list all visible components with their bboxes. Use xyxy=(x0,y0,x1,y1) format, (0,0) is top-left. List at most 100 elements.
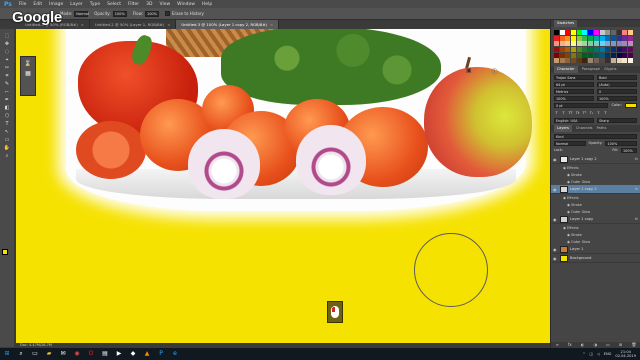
close-icon[interactable]: × xyxy=(81,20,84,29)
effects-group[interactable]: ◉ Effects xyxy=(551,194,640,201)
ie-icon[interactable]: e xyxy=(171,350,179,358)
color-swatch[interactable] xyxy=(599,52,605,58)
brush-tool-icon[interactable]: ⌐ xyxy=(3,89,11,95)
quick-select-tool-icon[interactable]: ⌖ xyxy=(3,57,11,63)
menu-layer[interactable]: Layer xyxy=(70,2,83,7)
language-select[interactable]: English: USA xyxy=(554,118,594,124)
horizontal-scale-input[interactable]: 100% xyxy=(597,96,637,102)
path-select-tool-icon[interactable]: ↖ xyxy=(3,129,11,135)
rectangle-tool-icon[interactable]: ▭ xyxy=(3,137,11,143)
color-swatch[interactable] xyxy=(565,35,571,41)
layer-opacity-input[interactable]: 100% xyxy=(605,141,637,147)
color-swatch[interactable] xyxy=(622,30,628,35)
color-swatch[interactable] xyxy=(582,41,588,47)
menu-window[interactable]: Window xyxy=(177,2,195,7)
mode-select[interactable]: Normal xyxy=(74,10,89,17)
color-swatch[interactable] xyxy=(559,58,565,64)
color-swatch[interactable] xyxy=(582,52,588,58)
color-swatch[interactable] xyxy=(571,41,577,47)
color-swatch[interactable] xyxy=(582,47,588,53)
tray-arrow-icon[interactable]: ^ xyxy=(582,352,585,356)
color-swatch[interactable] xyxy=(576,35,582,41)
color-swatch[interactable] xyxy=(627,47,633,53)
menu-type[interactable]: Type xyxy=(90,2,100,7)
color-swatch[interactable] xyxy=(571,52,577,58)
tab-character[interactable]: Character xyxy=(554,66,578,74)
color-swatch[interactable] xyxy=(616,30,622,35)
lasso-tool-icon[interactable]: ◌ xyxy=(3,49,11,55)
taskview-icon[interactable]: ▭ xyxy=(31,350,39,358)
color-swatch[interactable] xyxy=(610,35,616,41)
mode-field[interactable]: Mode: Normal xyxy=(60,10,89,17)
faux-italic-button[interactable]: T xyxy=(561,111,566,115)
color-swatch[interactable] xyxy=(582,35,588,41)
strikethrough-button[interactable]: T xyxy=(603,111,608,115)
color-swatch[interactable] xyxy=(616,41,622,47)
color-swatch[interactable] xyxy=(610,47,616,53)
visibility-eye-icon[interactable]: ◉ xyxy=(553,217,558,222)
menu-filter[interactable]: Filter xyxy=(128,2,139,7)
gradient-tool-icon[interactable]: ⬡ xyxy=(3,113,11,119)
explorer-icon[interactable]: ▰ xyxy=(45,350,53,358)
search-icon[interactable]: ⌕ xyxy=(17,350,25,358)
color-swatch[interactable] xyxy=(565,52,571,58)
eyedropper-tool-icon[interactable]: ⌗ xyxy=(3,73,11,79)
tab-paths[interactable]: Paths xyxy=(597,125,607,132)
color-swatch[interactable] xyxy=(616,35,622,41)
color-swatch[interactable] xyxy=(605,35,611,41)
faux-bold-button[interactable]: T xyxy=(554,111,559,115)
color-swatch[interactable] xyxy=(571,47,577,53)
color-swatch[interactable] xyxy=(610,52,616,58)
color-swatch[interactable] xyxy=(616,47,622,53)
color-swatch[interactable] xyxy=(554,52,559,58)
subscript-button[interactable]: T₁ xyxy=(589,111,594,115)
kerning-input[interactable]: Metrics xyxy=(554,89,594,95)
color-swatch[interactable] xyxy=(565,30,571,35)
swatch-grid[interactable] xyxy=(551,27,640,66)
antialias-select[interactable]: Sharp xyxy=(597,118,637,124)
color-swatch[interactable] xyxy=(588,35,594,41)
color-swatch[interactable] xyxy=(559,52,565,58)
color-swatch[interactable] xyxy=(576,58,582,64)
menu-select[interactable]: Select xyxy=(107,2,121,7)
color-swatch[interactable] xyxy=(599,47,605,53)
color-swatch[interactable] xyxy=(622,58,628,64)
color-swatch[interactable] xyxy=(559,35,565,41)
document-canvas[interactable]: ▣ ⓘ xyxy=(16,29,550,343)
color-swatch[interactable] xyxy=(565,41,571,47)
color-swatch[interactable] xyxy=(588,47,594,53)
effects-group[interactable]: ◉ Effects xyxy=(551,224,640,231)
flow-field[interactable]: Flow: 100% xyxy=(133,10,159,17)
menu-edit[interactable]: Edit xyxy=(33,2,42,7)
language-indicator[interactable]: ENG xyxy=(604,352,612,356)
color-swatch[interactable] xyxy=(559,47,565,53)
visibility-eye-icon[interactable]: ◉ xyxy=(553,187,558,192)
menu-image[interactable]: Image xyxy=(49,2,63,7)
tab-channels[interactable]: Channels xyxy=(576,125,593,132)
color-swatch[interactable] xyxy=(627,30,633,35)
visibility-eye-icon[interactable]: ◉ xyxy=(553,247,558,252)
tab-layers[interactable]: Layers xyxy=(554,125,572,133)
tab-untitled-3[interactable]: Untitled-3 @ 100% (Layer 1 copy 2, RGB/8… xyxy=(176,20,280,29)
layer-row[interactable]: ◉ Layer 1 copy 2 fx xyxy=(551,185,640,195)
network-icon[interactable]: ◫ xyxy=(590,352,593,356)
close-icon[interactable]: × xyxy=(167,20,170,29)
mail-icon[interactable]: ✉ xyxy=(59,350,67,358)
effect-item[interactable]: ◉ Stroke xyxy=(551,231,640,238)
visibility-eye-icon[interactable]: ◉ xyxy=(553,157,558,162)
type-tool-icon[interactable]: T xyxy=(3,121,11,127)
color-swatch[interactable] xyxy=(593,30,599,35)
color-swatch[interactable] xyxy=(605,47,611,53)
layer-row[interactable]: ◉ Layer 1 xyxy=(551,245,640,255)
color-swatch[interactable] xyxy=(565,47,571,53)
erase-history-field[interactable]: Erase to History xyxy=(164,11,204,16)
color-swatch[interactable] xyxy=(571,35,577,41)
layer-effects-icon[interactable]: fx xyxy=(635,187,638,191)
color-swatch[interactable] xyxy=(554,58,559,64)
color-swatch[interactable] xyxy=(599,35,605,41)
store-icon[interactable]: ◆ xyxy=(129,350,137,358)
color-swatch[interactable] xyxy=(593,47,599,53)
layer-effects-icon[interactable]: fx xyxy=(635,157,638,161)
menu-view[interactable]: View xyxy=(159,2,170,7)
volume-icon[interactable]: ◁ xyxy=(597,352,600,356)
